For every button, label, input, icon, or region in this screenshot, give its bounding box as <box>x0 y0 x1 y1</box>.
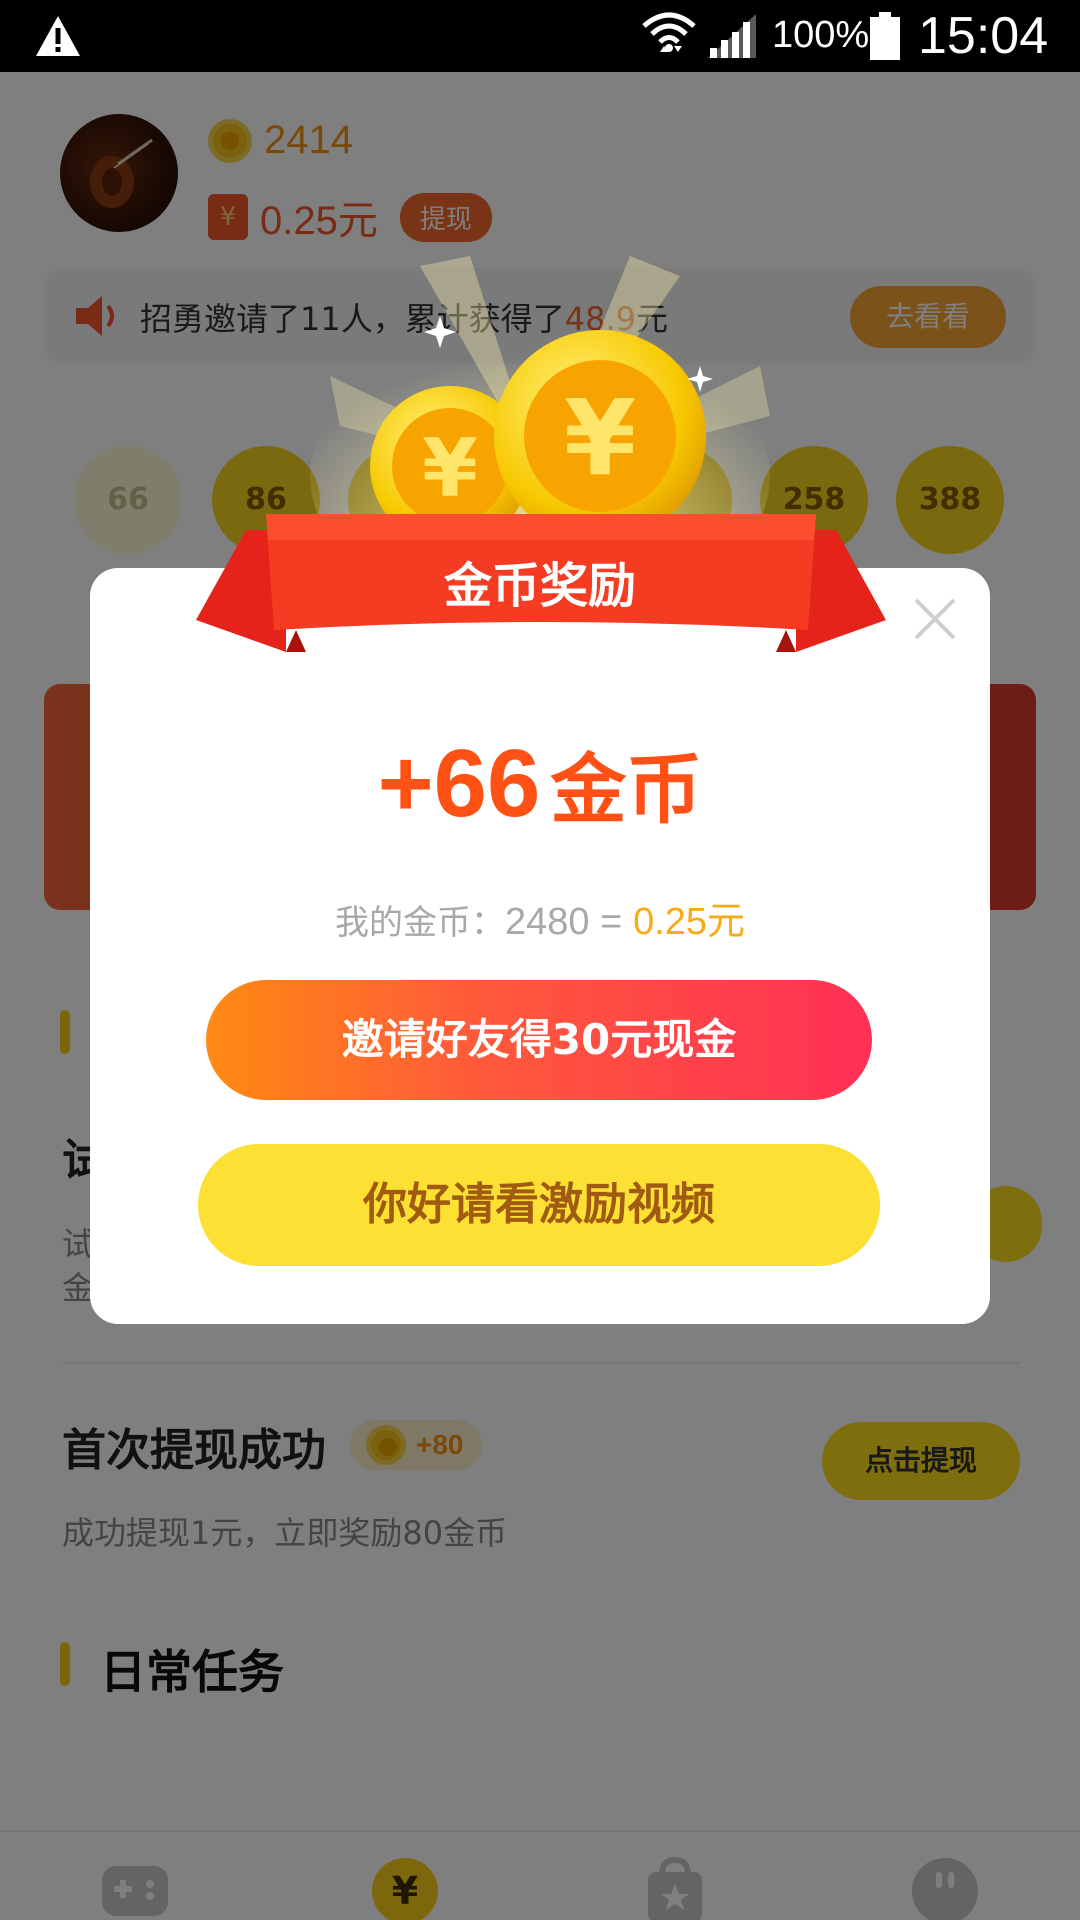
svg-text:¥: ¥ <box>564 377 636 499</box>
watch-video-button[interactable]: 你好请看激励视频 <box>198 1144 880 1266</box>
invite-friends-button[interactable]: 邀请好友得30元现金 <box>206 980 872 1100</box>
battery-icon <box>870 12 900 60</box>
dialog-title: 金币奖励 <box>443 558 636 614</box>
status-bar: 100% 15:04 <box>0 0 1080 72</box>
clock: 15:04 <box>918 7 1049 65</box>
my-coins-summary: 我的金币：2480 = 0.25元 <box>334 901 746 943</box>
signal-icon <box>708 14 756 58</box>
reward-dialog: +66 金币 我的金币：2480 = 0.25元 邀请好友得30元现金 你好请看激… <box>90 568 990 1324</box>
svg-text:¥: ¥ <box>422 422 478 515</box>
warning-icon <box>36 16 80 56</box>
battery-percent: 100% <box>772 14 870 56</box>
reward-amount: +66 金币 <box>377 730 703 837</box>
wifi-icon <box>642 12 696 52</box>
